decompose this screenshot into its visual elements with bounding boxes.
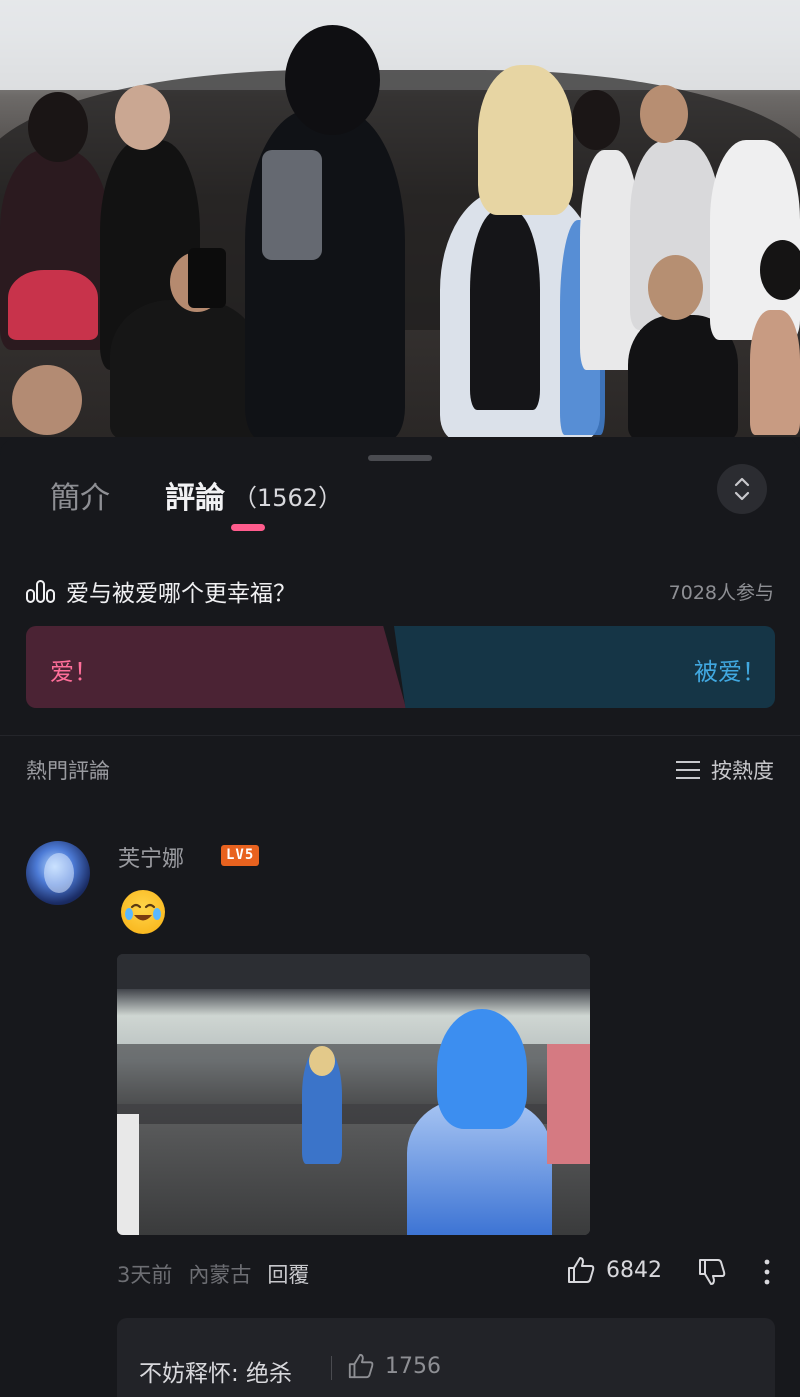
poll-option-love-label: 爱！ — [50, 658, 98, 686]
image-ceiling — [117, 954, 590, 989]
image-cosplayer-hair — [437, 1009, 527, 1129]
reply-like-button[interactable]: 1756 — [347, 1352, 441, 1380]
video-costume-detail — [262, 150, 322, 260]
comment-count: （1562） — [233, 484, 343, 512]
poll-question: 爱与被爱哪个更幸福？ — [66, 581, 296, 607]
video-head — [285, 25, 380, 135]
reply-text: 不妨释怀: 绝杀 — [139, 1361, 293, 1387]
poll-option-be-loved-label: 被爱！ — [694, 658, 766, 686]
video-person — [750, 310, 800, 435]
more-options-button[interactable] — [762, 1259, 772, 1289]
reply-button[interactable]: 回覆 — [267, 1259, 309, 1289]
video-player[interactable] — [0, 0, 800, 437]
video-head — [760, 240, 800, 300]
comment-time: 3天前 — [117, 1263, 173, 1287]
image-head — [309, 1046, 335, 1076]
video-head — [648, 255, 703, 320]
hot-comments-title: 熱門評論 — [26, 759, 110, 783]
thumbs-up-icon — [348, 1353, 374, 1379]
reply-preview[interactable]: 不妨释怀: 绝杀 1756 — [117, 1318, 775, 1397]
tab-intro[interactable]: 簡介 — [50, 473, 110, 517]
thumbs-down-icon — [699, 1259, 726, 1285]
video-head — [640, 85, 688, 143]
video-costume-detail — [470, 210, 540, 410]
thumbs-up-icon — [568, 1257, 595, 1283]
image-person-right — [547, 1044, 590, 1164]
more-vertical-icon — [764, 1259, 770, 1285]
video-camera — [188, 248, 226, 308]
tab-comments[interactable]: 評論 — [165, 473, 225, 517]
poll-icon — [26, 580, 55, 603]
comment-sheet: 簡介 評論 （1562） 爱与被爱哪个更幸福？ 7028人参与 爱！ 被爱！ 熱… — [0, 437, 800, 1397]
poll-participants: 7028人参与 — [668, 582, 774, 604]
avatar[interactable] — [26, 841, 90, 905]
comment-location: 內蒙古 — [188, 1263, 252, 1287]
video-head — [28, 92, 88, 162]
sort-button[interactable]: 按熱度 — [675, 755, 774, 785]
video-person-skirt — [8, 270, 98, 340]
video-head-blonde — [478, 65, 573, 215]
emoji-face — [125, 903, 161, 921]
comment-meta: 3天前 內蒙古 回覆 — [117, 1259, 309, 1289]
video-head — [12, 365, 82, 435]
like-count: 6842 — [606, 1257, 662, 1283]
video-head — [115, 85, 170, 150]
expand-button[interactable] — [717, 464, 767, 514]
divider — [0, 735, 800, 736]
tab-indicator — [231, 524, 265, 531]
reply-like-count: 1756 — [385, 1353, 441, 1379]
avatar-figure — [44, 853, 74, 893]
like-button[interactable]: 6842 — [566, 1255, 662, 1285]
reply-separator — [331, 1356, 332, 1380]
video-head — [572, 90, 620, 150]
comment-username[interactable]: 芙宁娜 — [118, 841, 184, 873]
expand-collapse-icon — [734, 477, 750, 501]
image-person-left — [117, 1114, 139, 1235]
sort-label: 按熱度 — [711, 759, 774, 783]
comment-image[interactable] — [117, 954, 590, 1235]
drag-handle[interactable] — [368, 455, 432, 461]
video-photographer — [110, 300, 260, 437]
dislike-button[interactable] — [697, 1257, 727, 1291]
sort-icon — [676, 761, 700, 779]
crying-laughing-emoji-icon — [121, 890, 165, 934]
level-badge: LV5 — [221, 845, 260, 866]
